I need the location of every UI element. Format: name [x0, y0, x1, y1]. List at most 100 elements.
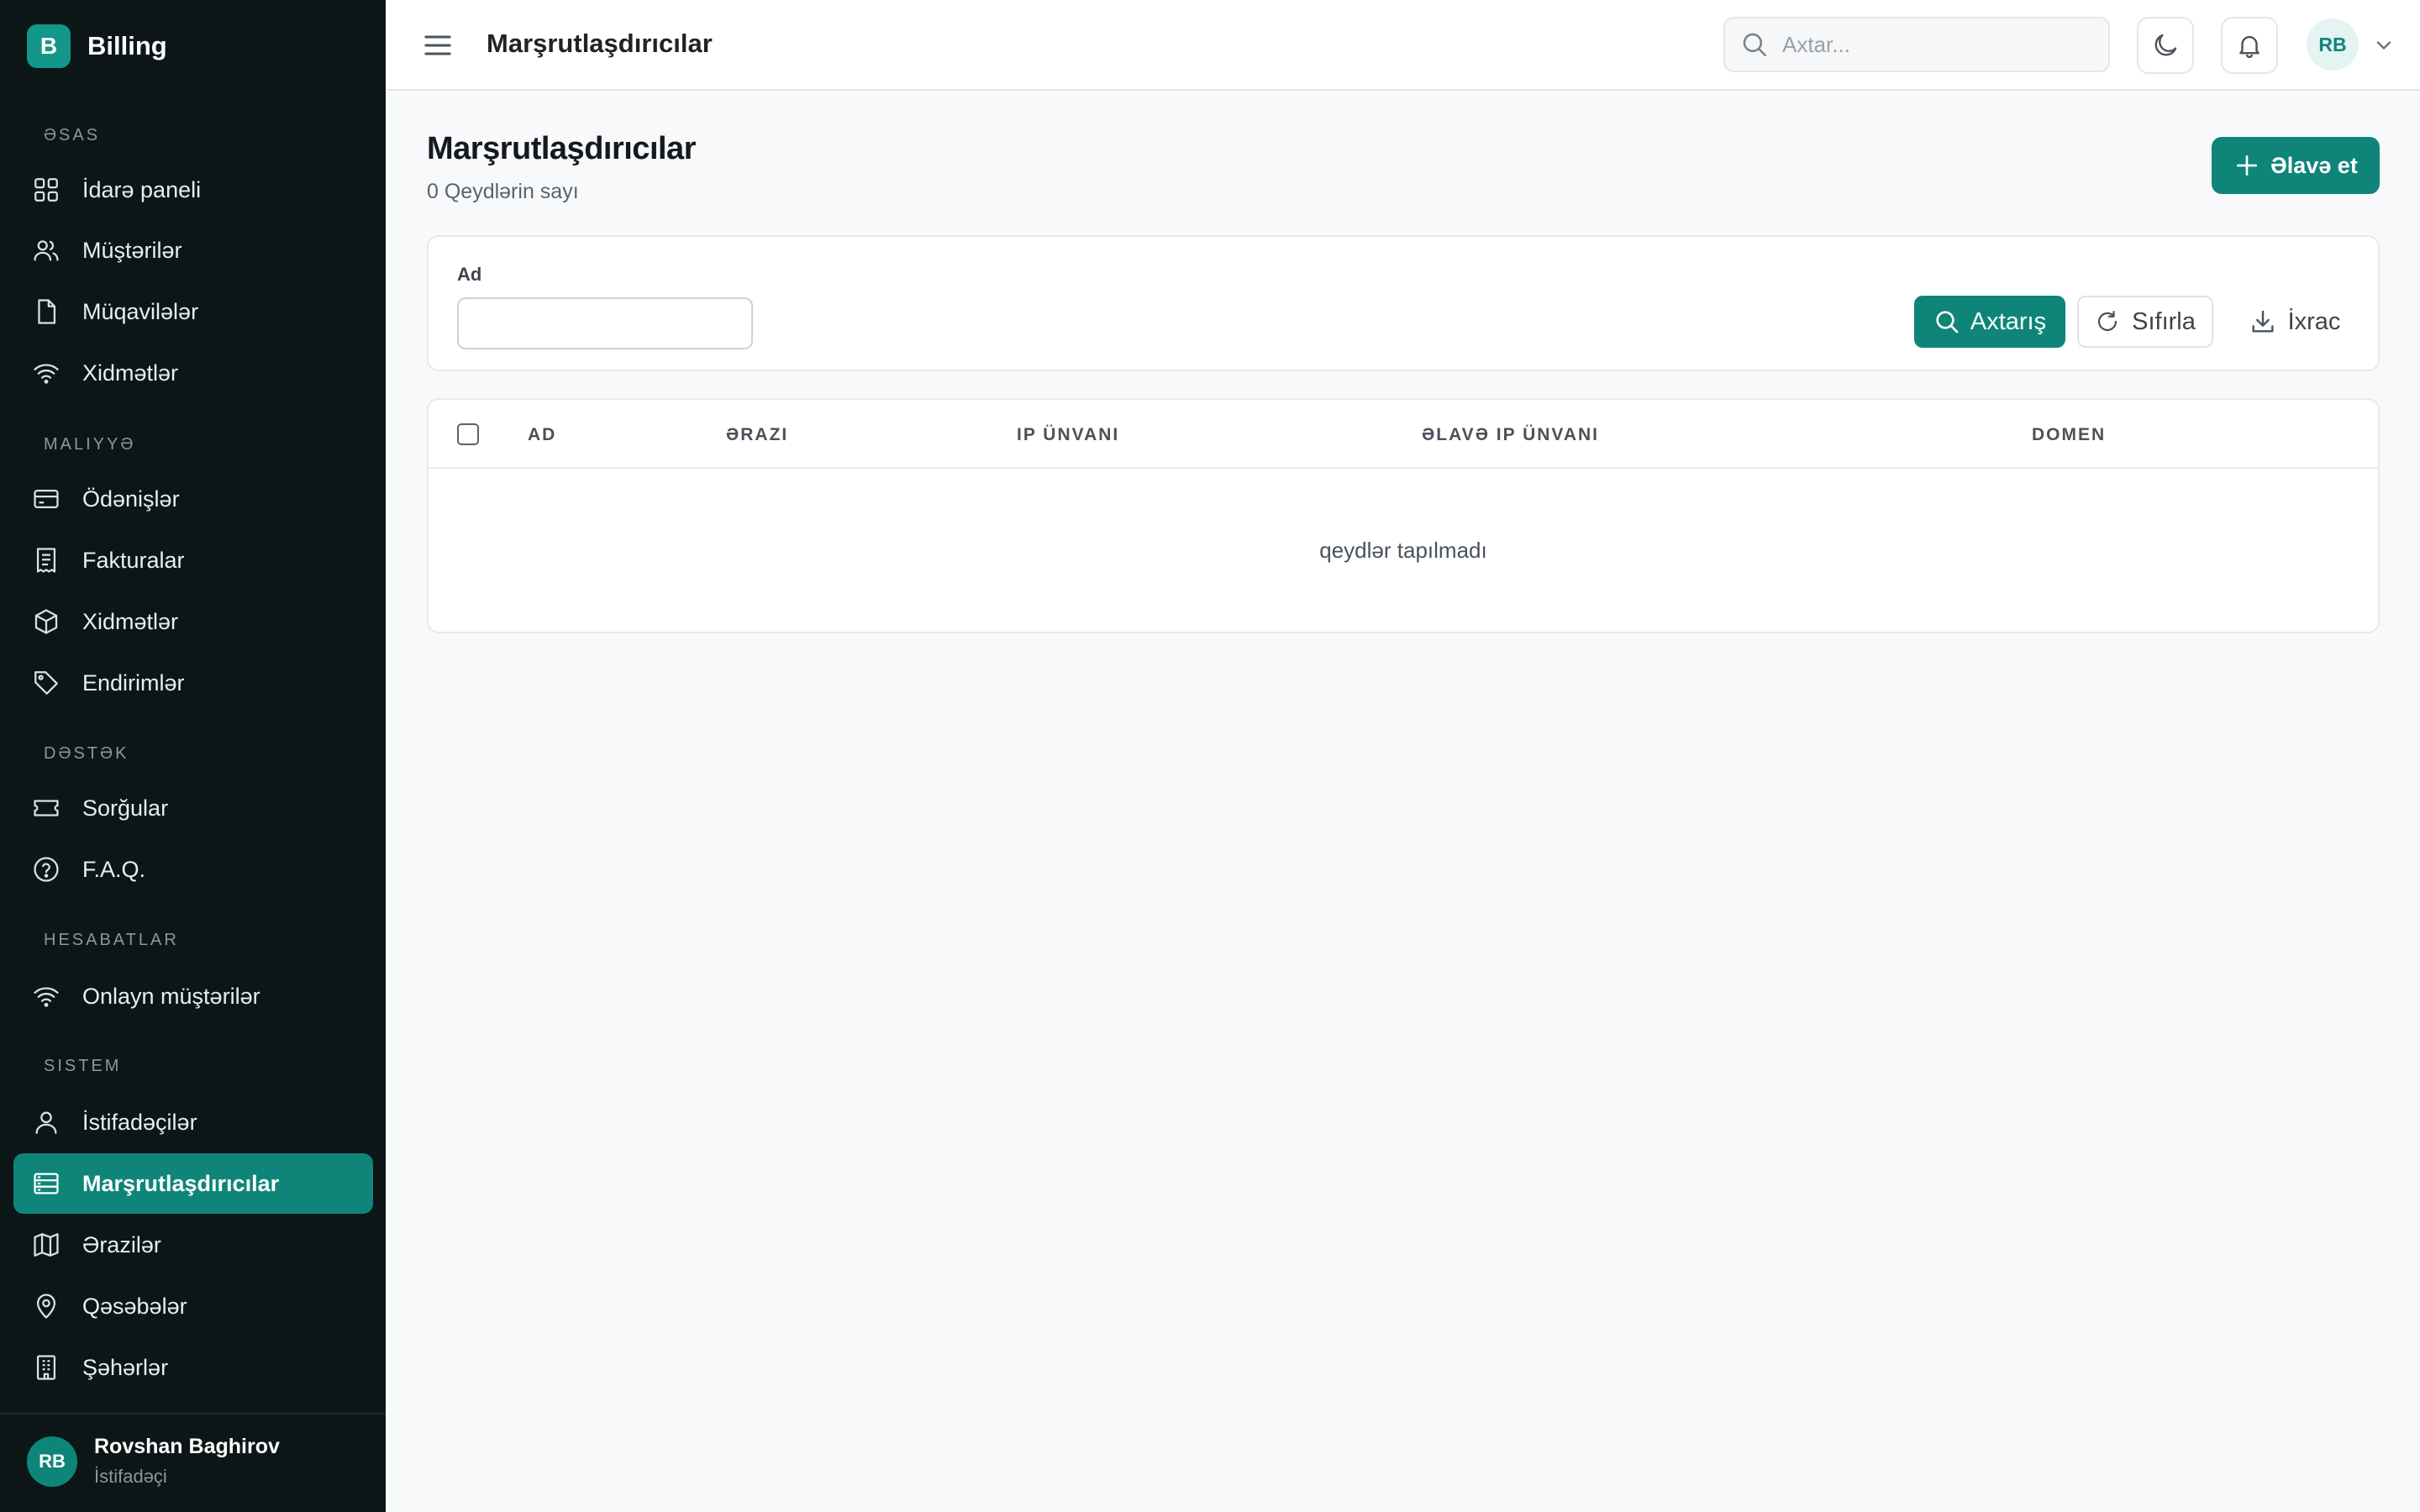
refresh-icon — [2098, 311, 2118, 332]
sidebar-item-faq[interactable]: F.A.Q. — [13, 839, 373, 900]
nav-section-title: Maliyyə — [44, 435, 136, 454]
header-title: Marşrutlaşdırıcılar — [487, 29, 713, 58]
sidebar-item-label: İdarə paneli — [82, 176, 202, 202]
credit-card-icon — [34, 489, 59, 509]
reset-button[interactable]: Sıfırla — [2077, 296, 2213, 348]
column-header-extra-ip[interactable]: Əlavə IP ünvanı — [1422, 425, 1599, 445]
top-header: Marşrutlaşdırıcılar RB — [386, 0, 2420, 91]
sidebar-item-label: Xidmətlər — [82, 608, 179, 634]
file-icon — [38, 299, 56, 324]
column-header-area[interactable]: Ərazi — [726, 425, 788, 445]
search-button[interactable]: Axtarış — [1914, 296, 2065, 348]
help-circle-icon — [34, 857, 59, 882]
sidebar-item-tickets[interactable]: Sorğular — [13, 778, 373, 838]
building-icon — [36, 1355, 56, 1380]
sidebar-item-routers[interactable]: Marşrutlaşdırıcılar — [13, 1153, 373, 1214]
sidebar-item-settlements[interactable]: Qəsəbələr — [13, 1276, 373, 1336]
menu-icon[interactable] — [421, 29, 455, 62]
moon-icon — [2154, 34, 2177, 56]
box-icon — [34, 609, 58, 634]
user-profile-card[interactable]: RB Rovshan Baghirov İstifadəçi — [27, 1435, 280, 1488]
column-header-name[interactable]: Ad — [528, 425, 556, 445]
name-filter-label: Ad — [457, 264, 482, 285]
select-all-checkbox[interactable] — [457, 423, 479, 445]
server-icon — [34, 1173, 59, 1194]
sidebar-item-label: Fakturalar — [82, 547, 185, 573]
sidebar-item-label: F.A.Q. — [82, 856, 146, 882]
search-button-label: Axtarış — [1970, 307, 2047, 335]
sidebar-item-online-customers[interactable]: Onlayn müştərilər — [13, 966, 373, 1026]
column-header-domain[interactable]: Domen — [2032, 425, 2106, 445]
wifi-icon — [34, 364, 59, 384]
map-pin-icon — [36, 1294, 56, 1319]
download-icon — [2252, 310, 2274, 333]
sidebar-item-contracts[interactable]: Müqavilələr — [13, 281, 373, 342]
sidebar-item-label: Xidmətlər — [82, 360, 179, 386]
sidebar-item-label: Müqavilələr — [82, 298, 199, 324]
sidebar-divider — [0, 1413, 386, 1415]
tag-icon — [34, 671, 58, 695]
routers-table: Ad Ərazi IP ünvanı Əlavə IP ünvanı Domen… — [427, 398, 2380, 633]
brand-name: Billing — [87, 31, 167, 60]
search-icon — [1936, 311, 1959, 333]
receipt-icon — [36, 548, 56, 573]
sidebar-item-discounts[interactable]: Endirimlər — [13, 653, 373, 713]
nav-section-title: Sistem — [44, 1057, 122, 1075]
brand-logo: B — [27, 24, 71, 68]
export-button[interactable]: İxrac — [2223, 296, 2366, 348]
map-icon — [34, 1233, 59, 1257]
wifi-icon — [34, 987, 59, 1007]
sidebar-item-invoices[interactable]: Fakturalar — [13, 530, 373, 591]
empty-state-message: qeydlər tapılmadı — [1319, 538, 1487, 563]
export-button-label: İxrac — [2287, 307, 2341, 335]
sidebar-item-label: Müştərilər — [82, 237, 182, 263]
filter-panel: Ad Axtarış Sıfırla İxrac — [427, 235, 2380, 371]
record-count: 0 Qeydlərin sayı — [427, 180, 579, 203]
reset-button-label: Sıfırla — [2132, 307, 2196, 335]
users-icon — [34, 240, 59, 261]
sidebar-item-users[interactable]: İstifadəçilər — [13, 1092, 373, 1152]
sidebar-item-label: Ərazilər — [82, 1231, 161, 1257]
avatar: RB — [27, 1436, 77, 1487]
search-icon — [1743, 33, 1767, 57]
sidebar-item-label: Ödənişlər — [82, 486, 180, 512]
user-role: İstifadəçi — [94, 1466, 167, 1487]
theme-toggle-button[interactable] — [2137, 17, 2194, 74]
sidebar-item-label: Şəhərlər — [82, 1354, 169, 1380]
table-header: Ad Ərazi IP ünvanı Əlavə IP ünvanı Domen — [429, 400, 2378, 469]
nav-section-title: Əsas — [44, 126, 101, 144]
grid-icon — [34, 178, 58, 202]
sidebar-item-label: Qəsəbələr — [82, 1293, 187, 1319]
sidebar-item-payments[interactable]: Ödənişlər — [13, 469, 373, 529]
sidebar-item-label: Endirimlər — [82, 669, 185, 696]
user-name: Rovshan Baghirov — [94, 1435, 280, 1458]
user-icon — [35, 1111, 57, 1134]
add-button[interactable]: Əlavə et — [2212, 137, 2380, 194]
search-input[interactable] — [1782, 31, 2085, 58]
sidebar-item-services[interactable]: Xidmətlər — [13, 343, 373, 403]
add-button-label: Əlavə et — [2270, 152, 2358, 178]
sidebar-item-areas[interactable]: Ərazilər — [13, 1215, 373, 1275]
sidebar-item-label: Sorğular — [82, 795, 169, 821]
sidebar-item-cities[interactable]: Şəhərlər — [13, 1337, 373, 1398]
page-title: Marşrutlaşdırıcılar — [427, 131, 696, 166]
nav-section-title: Hesabatlar — [44, 931, 179, 949]
header-avatar[interactable]: RB — [2307, 18, 2359, 71]
nav-section-title: Dəstək — [44, 744, 129, 763]
brand[interactable]: B Billing — [27, 24, 167, 69]
sidebar-item-label: Onlayn müştərilər — [82, 983, 260, 1009]
sidebar: B Billing Əsas İdarə paneli Müştərilər M… — [0, 0, 386, 1512]
plus-icon — [2237, 155, 2258, 176]
bell-icon — [2239, 35, 2260, 58]
name-filter-input[interactable] — [457, 297, 753, 349]
notifications-button[interactable] — [2221, 17, 2278, 74]
sidebar-item-label: İstifadəçilər — [82, 1109, 197, 1135]
sidebar-item-dashboard[interactable]: İdarə paneli — [13, 160, 373, 220]
sidebar-item-finance-services[interactable]: Xidmətlər — [13, 591, 373, 652]
sidebar-item-customers[interactable]: Müştərilər — [13, 220, 373, 281]
ticket-icon — [34, 800, 59, 816]
global-search[interactable] — [1723, 17, 2110, 72]
chevron-down-icon[interactable] — [2372, 34, 2396, 57]
sidebar-item-label: Marşrutlaşdırıcılar — [82, 1170, 280, 1196]
column-header-ip[interactable]: IP ünvanı — [1017, 425, 1119, 445]
